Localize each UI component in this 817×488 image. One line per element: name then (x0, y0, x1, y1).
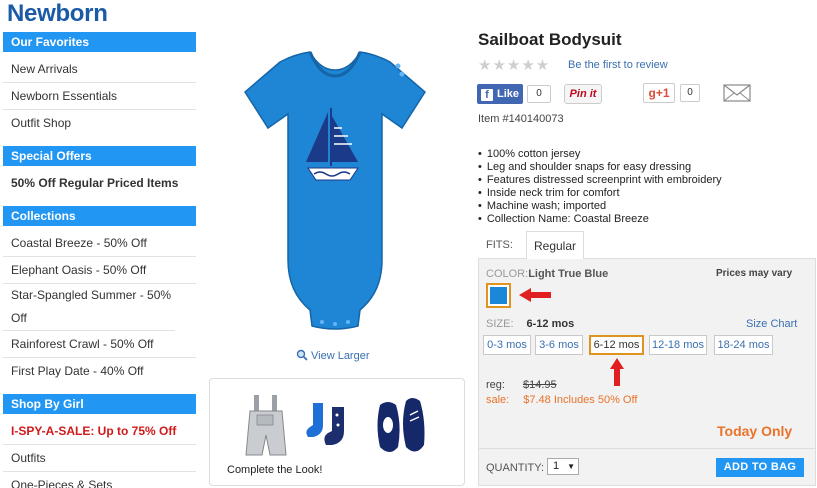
sidebar-item-outfits[interactable]: Outfits (3, 445, 196, 472)
color-swatch-light-true-blue[interactable] (486, 283, 511, 308)
email-icon[interactable] (723, 84, 751, 102)
regular-price-value: $14.95 (522, 379, 557, 391)
size-value: 6-12 mos (526, 318, 575, 330)
sidebar-item-i-spy-sale[interactable]: I-SPY-A-SALE: Up to 75% Off (3, 418, 196, 445)
complete-look-label: Complete the Look! (227, 464, 323, 476)
chevron-down-icon: ▼ (567, 462, 575, 471)
today-only-badge: Today Only (717, 423, 793, 439)
size-option-0-3[interactable]: 0-3 mos (483, 335, 531, 355)
view-larger-link[interactable]: View Larger (296, 349, 370, 362)
page-title: Newborn (7, 0, 108, 27)
overalls-thumbnail (245, 395, 287, 456)
sidebar-header-favorites: Our Favorites (3, 32, 196, 52)
like-count: 0 (527, 85, 551, 103)
color-label: COLOR:Light True Blue (486, 268, 609, 280)
feature-item: 100% cotton jersey (478, 148, 722, 161)
feature-list: 100% cotton jersey Leg and shoulder snap… (478, 148, 722, 226)
sidebar-item-new-arrivals[interactable]: New Arrivals (3, 56, 196, 83)
shoes-thumbnail (377, 398, 425, 452)
feature-item: Machine wash; imported (478, 200, 722, 213)
product-image[interactable] (210, 30, 460, 350)
tab-regular-fit[interactable]: Regular (526, 231, 584, 259)
facebook-like-button[interactable]: f Like (477, 84, 523, 104)
sidebar-item-star-spangled[interactable]: Star-Spangled Summer - 50% Off (3, 284, 175, 331)
sidebar-item-50-off[interactable]: 50% Off Regular Priced Items (3, 170, 196, 196)
size-option-3-6[interactable]: 3-6 mos (535, 335, 583, 355)
size-label: SIZE: 6-12 mos (486, 318, 575, 330)
fits-label: FITS: (486, 239, 513, 251)
socks-thumbnail (306, 403, 344, 445)
quantity-select[interactable]: 1 ▼ (547, 458, 579, 475)
item-number: Item #140140073 (478, 113, 564, 125)
rating-stars: ★★★★★ (478, 57, 551, 74)
pinit-button[interactable]: Pin it (564, 84, 602, 104)
complete-the-look-panel[interactable]: Complete the Look! (209, 378, 465, 486)
magnifier-icon (296, 349, 308, 361)
sidebar-header-collections: Collections (3, 206, 196, 226)
sidebar-nav: Our Favorites New Arrivals Newborn Essen… (3, 32, 196, 488)
sale-price: sale: $7.48 Includes 50% Off (486, 394, 638, 406)
feature-item: Collection Name: Coastal Breeze (478, 213, 722, 226)
sidebar-item-outfit-shop[interactable]: Outfit Shop (3, 110, 196, 136)
sidebar-item-rainforest-crawl[interactable]: Rainforest Crawl - 50% Off (3, 331, 196, 358)
sidebar-item-coastal-breeze[interactable]: Coastal Breeze - 50% Off (3, 230, 196, 257)
sidebar-item-first-play-date[interactable]: First Play Date - 40% Off (3, 358, 196, 384)
quantity-bar: QUANTITY: 1 ▼ ADD TO BAG (479, 448, 815, 486)
annotation-arrow-up-icon (610, 358, 624, 386)
sidebar-item-newborn-essentials[interactable]: Newborn Essentials (3, 83, 196, 110)
size-option-18-24[interactable]: 18-24 mos (714, 335, 773, 355)
prices-may-vary: Prices may vary (716, 268, 793, 279)
like-label: Like (497, 88, 520, 100)
first-review-link[interactable]: Be the first to review (568, 59, 668, 71)
feature-item: Features distressed screenprint with emb… (478, 174, 722, 187)
sale-price-value: $7.48 Includes 50% Off (523, 394, 638, 406)
facebook-icon: f (481, 89, 493, 101)
quantity-label: QUANTITY: (486, 462, 545, 474)
regular-price: reg: $14.95 (486, 379, 557, 391)
size-option-6-12[interactable]: 6-12 mos (589, 335, 644, 355)
feature-item: Inside neck trim for comfort (478, 187, 722, 200)
color-value: Light True Blue (528, 268, 609, 280)
size-option-12-18[interactable]: 12-18 mos (649, 335, 707, 355)
sidebar-header-special-offers: Special Offers (3, 146, 196, 166)
gplus-count: 0 (680, 84, 700, 102)
view-larger-label: View Larger (311, 350, 370, 362)
size-chart-link[interactable]: Size Chart (746, 318, 797, 330)
google-plus-button[interactable]: g+1 (643, 83, 675, 103)
add-to-bag-button[interactable]: ADD TO BAG (716, 458, 804, 477)
feature-item: Leg and shoulder snaps for easy dressing (478, 161, 722, 174)
sidebar-item-one-pieces[interactable]: One-Pieces & Sets (3, 472, 196, 488)
product-title: Sailboat Bodysuit (478, 30, 622, 49)
sidebar-header-shop-by-girl: Shop By Girl (3, 394, 196, 414)
annotation-arrow-left-icon (519, 288, 551, 302)
purchase-options-panel: COLOR:Light True Blue Prices may vary SI… (478, 258, 816, 486)
sidebar-item-elephant-oasis[interactable]: Elephant Oasis - 50% Off (3, 257, 196, 284)
